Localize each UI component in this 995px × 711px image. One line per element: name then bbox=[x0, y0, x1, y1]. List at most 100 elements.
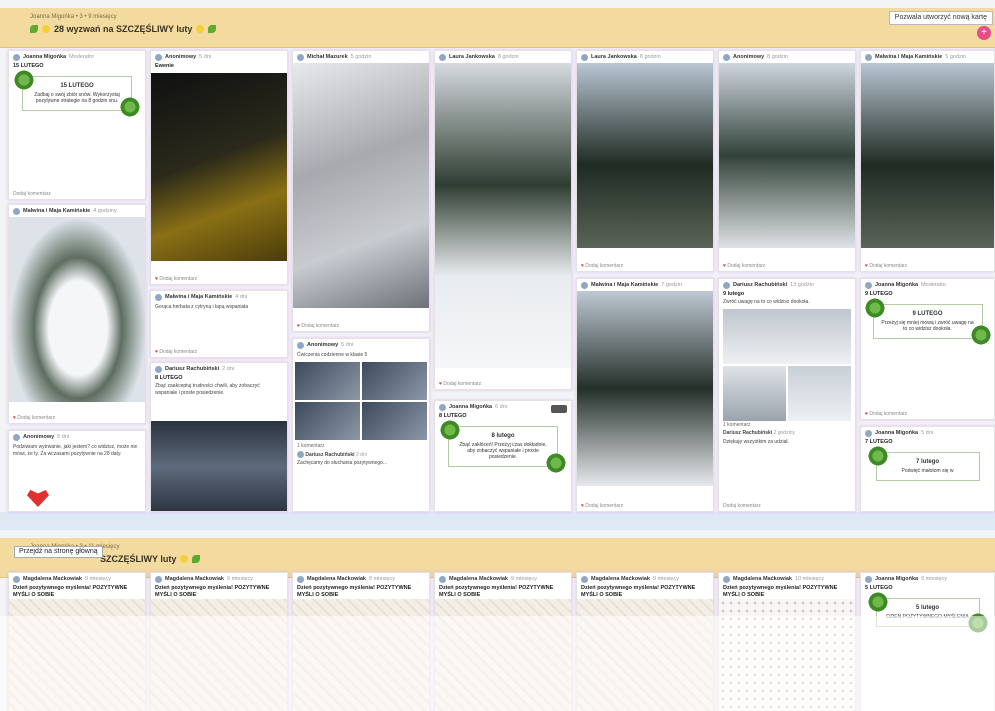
comment-link[interactable]: Dodaj komentarz bbox=[585, 503, 623, 509]
post-card[interactable]: Anonimowy 8 godzin ♥ Dodaj komentarz bbox=[718, 50, 856, 272]
post-card[interactable]: Magdalena Maćkowiak 9 miesięcy Dzień pozy… bbox=[292, 572, 430, 711]
avatar bbox=[155, 365, 162, 373]
post-image[interactable] bbox=[151, 599, 287, 711]
heart-icon[interactable]: ♥ bbox=[723, 263, 726, 269]
post-image[interactable] bbox=[293, 599, 429, 711]
post-time: 5 dni bbox=[57, 434, 70, 440]
post-time: 8 godzin bbox=[497, 54, 519, 60]
heart-icon[interactable]: ♥ bbox=[581, 263, 584, 269]
board-title[interactable]: 28 wyzwań na SZCZĘŚLIWY luty bbox=[30, 24, 217, 34]
home-tooltip[interactable]: Przejdź na stronę główną bbox=[14, 546, 103, 558]
new-card-button[interactable]: Pozwala utworzyć nową kartę bbox=[888, 11, 993, 25]
post-card[interactable]: Joanna Migońka Moderator 9 LUTEGO 9 LUTEG… bbox=[860, 278, 995, 420]
comment-link[interactable]: Dodaj komentarz bbox=[585, 263, 623, 269]
avatar bbox=[13, 207, 20, 215]
heart-icon[interactable]: ♥ bbox=[865, 411, 868, 417]
post-card[interactable]: Malwina i Maja Kamińskie 7 godzin ♥ Dodaj… bbox=[576, 278, 714, 512]
post-card[interactable]: Michał Mazurek 5 godzin ♥ Dodaj komentarz bbox=[292, 50, 430, 332]
post-image[interactable] bbox=[577, 63, 713, 248]
avatar bbox=[439, 403, 446, 411]
post-card[interactable]: Magdalena Maćkowiak 9 miesięcy Dzień pozy… bbox=[150, 572, 288, 711]
video-tile bbox=[362, 361, 427, 400]
video-call-grid[interactable] bbox=[293, 360, 429, 442]
post-image[interactable] bbox=[861, 63, 994, 248]
post-author: Magdalena Maćkowiak bbox=[23, 576, 82, 582]
comment-link[interactable]: Dodaj komentarz bbox=[443, 381, 481, 387]
comment-link[interactable]: Dodaj komentarz bbox=[17, 415, 55, 421]
board-title[interactable]: SZCZĘŚLIWY luty bbox=[100, 554, 201, 564]
comment-link[interactable]: Dodaj komentarz bbox=[719, 501, 855, 511]
avatar bbox=[439, 53, 446, 61]
post-card[interactable]: Joanna Migońka 9 miesięcy 5 LUTEGO 5 lute… bbox=[860, 572, 995, 711]
post-card[interactable]: Anonimowy 5 dni Ćwiczenia codzienne w kla… bbox=[292, 338, 430, 512]
post-image[interactable] bbox=[719, 599, 855, 711]
post-image[interactable] bbox=[9, 217, 145, 402]
camera-icon[interactable] bbox=[551, 405, 567, 413]
heart-icon[interactable]: ♥ bbox=[297, 323, 300, 329]
post-card[interactable]: Malwina i Maja Kamińskie 5 godzin ♥ Dodaj… bbox=[860, 50, 995, 272]
post-image[interactable] bbox=[9, 599, 145, 711]
post-title: Ewenie bbox=[155, 63, 174, 69]
post-time: 4 dni bbox=[235, 294, 248, 300]
comments-count[interactable]: 1 komentarz bbox=[293, 442, 429, 451]
gallery-image[interactable] bbox=[788, 365, 851, 421]
post-card[interactable]: Magdalena Maćkowiak 9 miesięcy Dzień pozy… bbox=[576, 572, 714, 711]
add-post-button[interactable]: + bbox=[977, 26, 991, 40]
heart-icon[interactable]: ♥ bbox=[439, 381, 442, 387]
post-author: Joanna Migońka bbox=[23, 54, 67, 60]
post-card[interactable]: Magdalena Maćkowiak 10 miesięcy Dzień poz… bbox=[718, 572, 856, 711]
post-image[interactable] bbox=[719, 63, 855, 248]
post-card[interactable]: Dariusz Rachubiński 13 godzin 9 lutego Zw… bbox=[718, 278, 856, 512]
post-image[interactable] bbox=[577, 291, 713, 486]
padlet-board-2: Joanna Migońka • 3 • 11 miesięcy Przejdź… bbox=[0, 530, 995, 711]
post-image[interactable] bbox=[151, 73, 287, 261]
post-card[interactable]: Malwina i Maja Kamińskie 4 godziny ♥ Doda… bbox=[8, 204, 146, 424]
post-title: Dzień pozytywnego myślenia! POZYTYWNE MY… bbox=[581, 585, 696, 598]
holly-frame: 8 lutego Zbąć zakłóceń! Przeżyj czas dok… bbox=[439, 419, 567, 474]
video-thumbnail[interactable] bbox=[151, 421, 287, 511]
avatar bbox=[865, 429, 872, 437]
post-card[interactable]: Joanna Migońka 6 dni 8 LUTEGO 8 lutego Zb… bbox=[434, 400, 572, 512]
post-image[interactable] bbox=[435, 63, 571, 368]
heart-icon[interactable]: ♥ bbox=[155, 349, 158, 355]
heart-icon[interactable]: ♥ bbox=[13, 415, 16, 421]
post-title: Dzień pozytywnego myślenia! POZYTYWNE MY… bbox=[13, 585, 128, 598]
post-card[interactable]: Anonimowy 5 dni Ewenie ♥ Dodaj komentarz bbox=[150, 50, 288, 285]
comment-link[interactable]: Dodaj komentarz bbox=[869, 263, 907, 269]
heart-icon[interactable]: ♥ bbox=[865, 263, 868, 269]
post-author: Magdalena Maćkowiak bbox=[591, 576, 650, 582]
board-title-text: SZCZĘŚLIWY luty bbox=[100, 554, 177, 564]
post-card[interactable]: Malwina i Maja Kamińskie 4 dni Gorąca her… bbox=[150, 290, 288, 358]
post-image[interactable] bbox=[435, 599, 571, 711]
avatar bbox=[13, 575, 20, 583]
image-gallery[interactable] bbox=[723, 365, 851, 421]
post-card[interactable]: Laura Jankowska 8 godzin ♥ Dodaj komentar… bbox=[434, 50, 572, 390]
post-card[interactable]: Magdalena Maćkowiak 9 miesięcy Dzień pozy… bbox=[8, 572, 146, 711]
comment-link[interactable]: Dodaj komentarz bbox=[727, 263, 765, 269]
post-card[interactable]: Anonimowy 5 dni Podziwiam wytrwanie, jaki… bbox=[8, 430, 146, 512]
post-card[interactable]: Joanna Migońka 5 dni 7 LUTEGO 7 lutego Po… bbox=[860, 426, 995, 512]
post-card[interactable]: Joanna Migońka Moderator 15 LUTEGO 15 LUT… bbox=[8, 50, 146, 200]
frame-text: Zbąć zakłóceń! Przeżyj czas dokładnie, a… bbox=[459, 442, 547, 460]
post-title: Dzień pozytywnego myślenia! POZYTYWNE MY… bbox=[155, 585, 270, 598]
comment-link[interactable]: Dodaj komentarz bbox=[869, 411, 907, 417]
heart-icon[interactable]: ♥ bbox=[155, 276, 158, 282]
heart-icon[interactable]: ♥ bbox=[581, 503, 584, 509]
post-image[interactable] bbox=[723, 308, 851, 364]
post-image[interactable] bbox=[577, 599, 713, 711]
comment-link[interactable]: Dodaj komentarz bbox=[159, 276, 197, 282]
leaf-icon bbox=[30, 25, 38, 33]
holly-icon bbox=[545, 452, 567, 474]
post-card[interactable]: Magdalena Maćkowiak 9 miesięcy Dzień pozy… bbox=[434, 572, 572, 711]
comments-count[interactable]: 1 komentarz bbox=[719, 421, 855, 430]
post-author: Magdalena Maćkowiak bbox=[307, 576, 366, 582]
comment-link[interactable]: Dodaj komentarz bbox=[9, 189, 145, 199]
post-card[interactable]: Laura Jankowska 8 godzin ♥ Dodaj komentar… bbox=[576, 50, 714, 272]
comment-link[interactable]: Dodaj komentarz bbox=[159, 349, 197, 355]
gallery-image[interactable] bbox=[723, 365, 786, 421]
post-card[interactable]: Dariusz Rachubiński 2 dni 8 LUTEGO Zbąć z… bbox=[150, 362, 288, 512]
post-image[interactable] bbox=[293, 63, 429, 308]
frame-title: 8 lutego bbox=[491, 433, 515, 439]
comment-link[interactable]: Dodaj komentarz bbox=[301, 323, 339, 329]
avatar bbox=[439, 575, 446, 583]
